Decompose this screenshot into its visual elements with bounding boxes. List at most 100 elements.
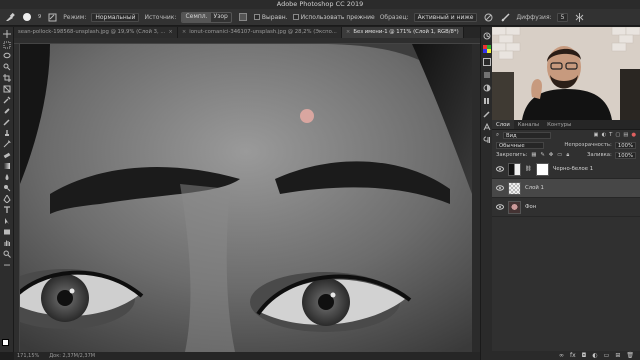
- layer-thumbnail[interactable]: [508, 200, 521, 214]
- layer-name[interactable]: Черно-белое 1: [553, 166, 593, 172]
- zoom-tool-icon[interactable]: [2, 249, 12, 258]
- close-icon[interactable]: ×: [182, 27, 186, 38]
- lock-position-icon[interactable]: ✥: [549, 152, 553, 158]
- history-panel-icon[interactable]: [483, 32, 491, 40]
- source-toggle: Семпл. Узор: [181, 11, 232, 23]
- crop-tool-icon[interactable]: [2, 73, 12, 82]
- layer-row[interactable]: ⛓︎ Черно-белое 1: [492, 160, 640, 179]
- rectangle-tool-icon[interactable]: [2, 227, 12, 236]
- tab-paths[interactable]: Контуры: [543, 120, 575, 129]
- layer-style-icon[interactable]: fx: [570, 352, 576, 359]
- gradient-tool-icon[interactable]: [2, 161, 12, 170]
- tab-document-3[interactable]: × Без имени-1 @ 171% (Слой 1, RGB/8*): [341, 27, 464, 38]
- add-mask-icon[interactable]: ◘: [582, 352, 587, 359]
- mode-label: Режим:: [63, 13, 87, 21]
- healing-brush-icon[interactable]: [4, 11, 16, 23]
- delete-layer-icon[interactable]: 🗑︎: [626, 352, 634, 359]
- filter-adjustment-icon[interactable]: ◐: [601, 132, 606, 138]
- layers-panel: Слои Каналы Контуры ⌕ Вид ▣ ◐ T ▢ ▤ ● Об…: [492, 120, 640, 360]
- tab-document-1[interactable]: sean-pollock-198568-unsplash.jpg @ 19,9%…: [14, 27, 178, 38]
- brushes-panel-icon[interactable]: [483, 110, 491, 118]
- fill-field[interactable]: 100%: [614, 151, 636, 159]
- opacity-field[interactable]: 100%: [614, 141, 636, 149]
- move-tool-icon[interactable]: [2, 29, 12, 38]
- history-brush-tool-icon[interactable]: [2, 139, 12, 148]
- dodge-tool-icon[interactable]: [2, 183, 12, 192]
- pen-tool-icon[interactable]: [2, 194, 12, 203]
- filter-toggle-icon[interactable]: ●: [631, 132, 636, 138]
- filter-smart-object-icon[interactable]: ▤: [623, 132, 628, 138]
- layer-row[interactable]: Слой 1: [492, 179, 640, 198]
- layer-name[interactable]: Слой 1: [525, 185, 544, 191]
- sample-dropdown[interactable]: Активный и ниже: [413, 12, 478, 22]
- symmetry-icon[interactable]: [573, 11, 585, 23]
- source-sampled-button[interactable]: Семпл.: [182, 12, 211, 22]
- new-layer-icon[interactable]: ⊞: [615, 352, 620, 359]
- pressure-size-icon[interactable]: [499, 11, 511, 23]
- layer-mask-thumbnail[interactable]: [535, 162, 549, 176]
- libraries-panel-icon[interactable]: [483, 97, 491, 105]
- aligned-checkbox[interactable]: Выравн.: [253, 14, 288, 21]
- link-layers-icon[interactable]: ∞: [559, 352, 564, 359]
- use-legacy-checkbox-box[interactable]: [292, 14, 299, 20]
- brush-preset-picker[interactable]: [21, 11, 33, 23]
- lasso-tool-icon[interactable]: [2, 51, 12, 60]
- filter-pixel-icon[interactable]: ▣: [593, 132, 598, 138]
- eyedropper-tool-icon[interactable]: [2, 95, 12, 104]
- healing-brush-tool-icon[interactable]: [2, 106, 12, 115]
- character-panel-icon[interactable]: [483, 123, 491, 131]
- type-tool-icon[interactable]: [2, 205, 12, 214]
- aligned-checkbox-box[interactable]: [253, 14, 260, 20]
- foreground-color-swatch[interactable]: [2, 339, 9, 346]
- path-selection-tool-icon[interactable]: [2, 216, 12, 225]
- brush-cursor: [300, 109, 314, 123]
- ignore-adjustment-layers-icon[interactable]: [482, 11, 494, 23]
- blur-tool-icon[interactable]: [2, 172, 12, 181]
- new-adjustment-layer-icon[interactable]: ◐: [592, 352, 597, 359]
- mode-dropdown[interactable]: Нормальный: [91, 12, 140, 22]
- vertical-scrollbar[interactable]: [472, 44, 480, 352]
- new-group-icon[interactable]: ▭: [604, 352, 610, 359]
- lock-artboard-icon[interactable]: ▭: [557, 152, 562, 158]
- filter-shape-icon[interactable]: ▢: [615, 132, 620, 138]
- color-panel-icon[interactable]: [483, 45, 491, 53]
- lock-image-icon[interactable]: ✎: [540, 152, 544, 158]
- zoom-level[interactable]: 171,15%: [17, 352, 39, 360]
- eye-icon[interactable]: [496, 203, 504, 211]
- fill-label: Заливка:: [587, 152, 612, 158]
- tab-layers[interactable]: Слои: [492, 120, 514, 129]
- brush-settings-icon[interactable]: [46, 11, 58, 23]
- clone-stamp-tool-icon[interactable]: [2, 128, 12, 137]
- tab-document-2[interactable]: × ionut-comanici-346107-unsplash.jpg @ 2…: [177, 27, 342, 38]
- paragraph-panel-icon[interactable]: [483, 136, 491, 144]
- properties-panel-icon[interactable]: [483, 71, 491, 79]
- document-canvas[interactable]: [20, 44, 472, 352]
- marquee-tool-icon[interactable]: [2, 40, 12, 49]
- layer-name[interactable]: Фон: [525, 204, 536, 210]
- swatches-panel-icon[interactable]: [483, 58, 491, 66]
- layer-row[interactable]: Фон: [492, 198, 640, 217]
- blend-mode-dropdown[interactable]: Обычные: [496, 141, 544, 149]
- tab-channels[interactable]: Каналы: [514, 120, 543, 129]
- eye-icon[interactable]: [496, 184, 504, 192]
- diffusion-dropdown[interactable]: 5: [556, 12, 569, 22]
- adjustments-panel-icon[interactable]: [483, 84, 491, 92]
- hand-tool-icon[interactable]: [2, 238, 12, 247]
- layer-thumbnail[interactable]: [508, 181, 521, 195]
- more-tools-icon[interactable]: [2, 260, 12, 269]
- brush-tool-icon[interactable]: [2, 117, 12, 126]
- filter-type-icon[interactable]: T: [609, 132, 612, 138]
- source-pattern-button[interactable]: Узор: [211, 13, 231, 22]
- layer-filter-dropdown[interactable]: Вид: [502, 131, 551, 139]
- quick-selection-tool-icon[interactable]: [2, 62, 12, 71]
- close-icon[interactable]: ×: [346, 27, 350, 38]
- use-legacy-checkbox[interactable]: Использовать прежние: [292, 14, 375, 21]
- frame-tool-icon[interactable]: [2, 84, 12, 93]
- search-icon: ⌕: [496, 131, 499, 138]
- close-icon[interactable]: ×: [168, 27, 172, 38]
- pattern-picker-icon[interactable]: [237, 11, 249, 23]
- lock-all-icon[interactable]: 🔒︎: [566, 152, 569, 159]
- eraser-tool-icon[interactable]: [2, 150, 12, 159]
- eye-icon[interactable]: [496, 165, 504, 173]
- lock-transparent-icon[interactable]: ▦: [531, 152, 536, 158]
